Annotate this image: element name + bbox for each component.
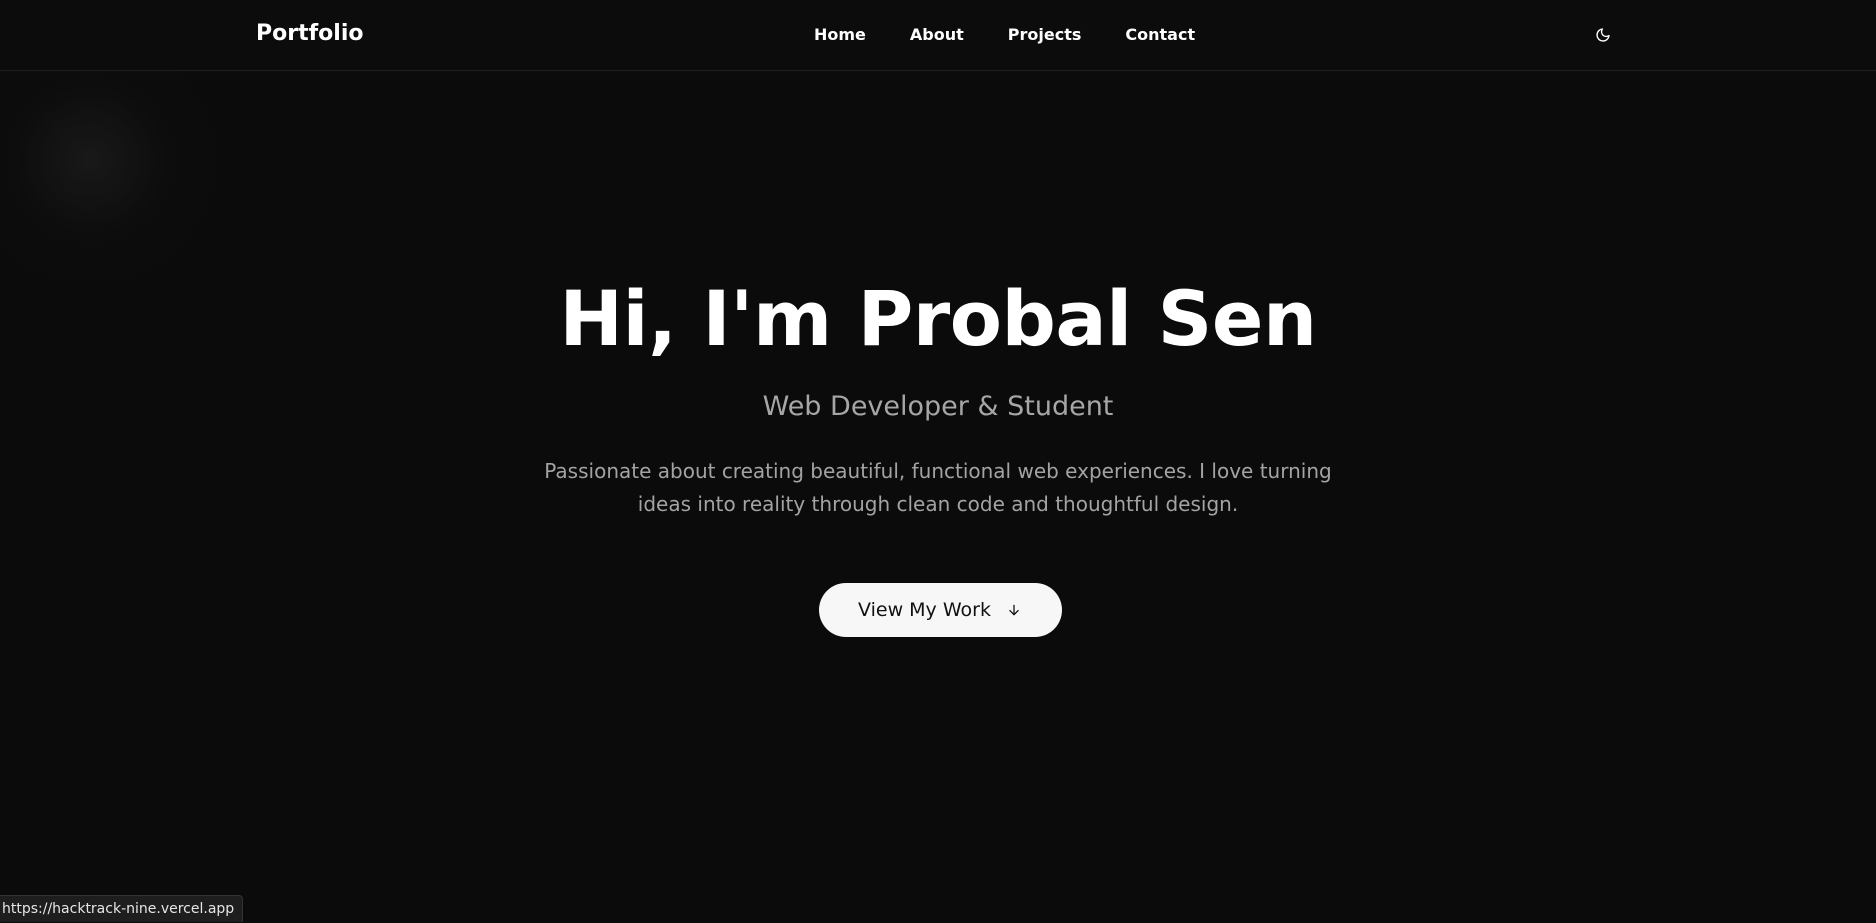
brand-logo[interactable]: Portfolio [256, 20, 364, 48]
theme-toggle-button[interactable] [1592, 24, 1614, 46]
hero-description: Passionate about creating beautiful, fun… [544, 459, 1332, 516]
hero-section: Hi, I'm Probal Sen Web Developer & Stude… [0, 71, 1876, 923]
moon-icon [1596, 28, 1610, 42]
navbar: Portfolio Home About Projects Contact [0, 0, 1876, 71]
nav-link-contact[interactable]: Contact [1125, 24, 1195, 46]
nav-link-about[interactable]: About [910, 24, 964, 46]
nav-link-home[interactable]: Home [814, 24, 866, 46]
arrow-down-icon [1005, 601, 1023, 619]
view-my-work-label: View My Work [858, 599, 991, 621]
hero-subtitle: Web Developer & Student [762, 391, 1114, 422]
view-my-work-button[interactable]: View My Work [819, 583, 1062, 637]
page: Portfolio Home About Projects Contact Hi… [0, 0, 1876, 923]
hero-title: Hi, I'm Probal Sen [559, 274, 1317, 363]
nav-links: Home About Projects Contact [814, 24, 1195, 46]
nav-link-projects[interactable]: Projects [1008, 24, 1082, 46]
status-bar-url: https://hacktrack-nine.vercel.app [0, 895, 244, 922]
